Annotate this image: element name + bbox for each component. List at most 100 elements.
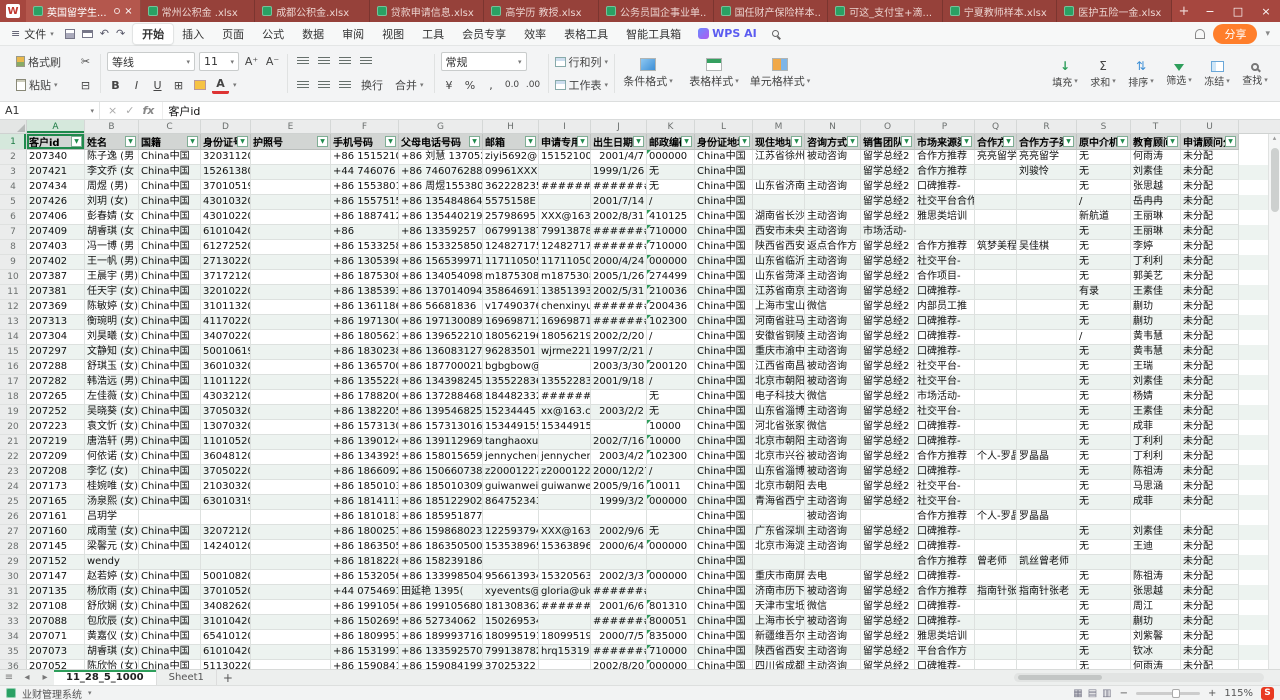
- cell-Q4[interactable]: [975, 180, 1017, 195]
- filter-button[interactable]: ▼: [739, 136, 750, 147]
- cell-O19[interactable]: 留学总经2: [861, 405, 915, 420]
- paste-button[interactable]: 粘贴 ▾: [12, 76, 65, 94]
- cell-M22[interactable]: 北京市兴谷: [753, 450, 805, 465]
- cell-O32[interactable]: 留学总经2: [861, 600, 915, 615]
- cell-L32[interactable]: China中国: [695, 600, 753, 615]
- cell-C33[interactable]: China中国: [139, 615, 201, 630]
- cell-G18[interactable]: +86 1372884680: [399, 390, 483, 405]
- cell-C31[interactable]: China中国: [139, 585, 201, 600]
- cell-O36[interactable]: 留学总经2: [861, 660, 915, 669]
- cell-S3[interactable]: 无: [1077, 165, 1131, 180]
- cell-F26[interactable]: +86 18101832: [331, 510, 399, 525]
- cell-K20[interactable]: 10000: [647, 420, 695, 435]
- cell-N21[interactable]: 主动咨询: [805, 435, 861, 450]
- cell-B3[interactable]: 李文乔 (女: [85, 165, 139, 180]
- cell-F1[interactable]: 手机号码▼: [331, 134, 399, 150]
- cell-P25[interactable]: 社交平台-: [915, 495, 975, 510]
- cell-Q26[interactable]: 个人-罗晶: [975, 510, 1017, 525]
- cell-C7[interactable]: China中国: [139, 225, 201, 240]
- cell-J36[interactable]: 2002/8/20: [591, 660, 647, 669]
- cell-K9[interactable]: 000000: [647, 255, 695, 270]
- cell-L30[interactable]: China中国: [695, 570, 753, 585]
- cell-I24[interactable]: guiwanwei(: [539, 480, 591, 495]
- cell-N19[interactable]: 主动咨询: [805, 405, 861, 420]
- cell-L18[interactable]: China中国: [695, 390, 753, 405]
- cell-N18[interactable]: 微信: [805, 390, 861, 405]
- cell-J8[interactable]: #######: [591, 240, 647, 255]
- cell-Q14[interactable]: [975, 330, 1017, 345]
- cell-R29[interactable]: 凯丝曾老师: [1017, 555, 1077, 570]
- column-header-A[interactable]: A: [27, 120, 85, 133]
- column-header-B[interactable]: B: [85, 120, 139, 133]
- cell-U19[interactable]: 未分配: [1181, 405, 1239, 420]
- cell-E20[interactable]: [251, 420, 331, 435]
- fill-button[interactable]: ↓填充▾: [1046, 49, 1084, 98]
- cell-E28[interactable]: [251, 540, 331, 555]
- cell-U25[interactable]: 未分配: [1181, 495, 1239, 510]
- cell-D28[interactable]: 142401200006041426: [201, 540, 251, 555]
- cell-N12[interactable]: 微信: [805, 300, 861, 315]
- cell-D25[interactable]: 630103199903020823: [201, 495, 251, 510]
- cell-R24[interactable]: [1017, 480, 1077, 495]
- cell-N10[interactable]: 主动咨询: [805, 270, 861, 285]
- cell-M17[interactable]: 北京市朝阳: [753, 375, 805, 390]
- cell-G3[interactable]: +86 7460762888 1084: [399, 165, 483, 180]
- cell-M13[interactable]: 河南省驻马: [753, 315, 805, 330]
- cell-M5[interactable]: [753, 195, 805, 210]
- cell-T20[interactable]: 成菲: [1131, 420, 1181, 435]
- cell-P26[interactable]: 合作方推荐: [915, 510, 975, 525]
- cell-N11[interactable]: 主动咨询: [805, 285, 861, 300]
- cell-Q35[interactable]: [975, 645, 1017, 660]
- cell-T11[interactable]: 王素佳: [1131, 285, 1181, 300]
- ribbon-style-button[interactable]: 条件格式▾: [615, 49, 681, 98]
- cell-P15[interactable]: 口碑推荐-: [915, 345, 975, 360]
- cell-F8[interactable]: +86 15332585: [331, 240, 399, 255]
- cell-P4[interactable]: 口碑推荐-: [915, 180, 975, 195]
- cell-S16[interactable]: 无: [1077, 360, 1131, 375]
- input-method-badge[interactable]: S: [1261, 687, 1274, 700]
- cell-I23[interactable]: z20001227(: [539, 465, 591, 480]
- cell-E33[interactable]: [251, 615, 331, 630]
- cell-A34[interactable]: 207071: [27, 630, 85, 645]
- cell-L19[interactable]: China中国: [695, 405, 753, 420]
- cell-Q18[interactable]: [975, 390, 1017, 405]
- cell-O24[interactable]: 留学总经2: [861, 480, 915, 495]
- italic-button[interactable]: I: [128, 77, 145, 94]
- cell-C4[interactable]: China中国: [139, 180, 201, 195]
- column-header-S[interactable]: S: [1077, 120, 1131, 133]
- column-header-L[interactable]: L: [695, 120, 753, 133]
- cell-K30[interactable]: 000000: [647, 570, 695, 585]
- menu-tab-数据[interactable]: 数据: [293, 24, 333, 44]
- cell-I12[interactable]: chenxinyur: [539, 300, 591, 315]
- normal-view-icon[interactable]: ▦: [1073, 688, 1082, 699]
- cell-E31[interactable]: [251, 585, 331, 600]
- cell-O31[interactable]: 留学总经2: [861, 585, 915, 600]
- cell-S30[interactable]: 无: [1077, 570, 1131, 585]
- cell-N31[interactable]: 被动咨询: [805, 585, 861, 600]
- cell-G7[interactable]: +86 13359257: [399, 225, 483, 240]
- cell-B30[interactable]: 赵若婷 (女): [85, 570, 139, 585]
- cell-H14[interactable]: 180562196: [483, 330, 539, 345]
- cell-R11[interactable]: [1017, 285, 1077, 300]
- decrease-decimal-button[interactable]: .00: [525, 77, 542, 94]
- cell-P35[interactable]: 平台合作方: [915, 645, 975, 660]
- cell-O26[interactable]: [861, 510, 915, 525]
- cell-U1[interactable]: 申请顾问分▼: [1181, 134, 1239, 150]
- vertical-scroll-thumb[interactable]: [1271, 148, 1279, 212]
- cell-S6[interactable]: 新航道: [1077, 210, 1131, 225]
- cell-T10[interactable]: 郭美艺: [1131, 270, 1181, 285]
- cell-Q21[interactable]: [975, 435, 1017, 450]
- cell-S33[interactable]: 无: [1077, 615, 1131, 630]
- cell-N32[interactable]: 微信: [805, 600, 861, 615]
- cell-E2[interactable]: [251, 150, 331, 165]
- filter-button[interactable]: ▼: [469, 136, 480, 147]
- cell-C14[interactable]: China中国: [139, 330, 201, 345]
- cell-K6[interactable]: 410125: [647, 210, 695, 225]
- file-tab[interactable]: 贷款申请信息.xlsx: [370, 0, 485, 22]
- cell-M26[interactable]: [753, 510, 805, 525]
- cell-D36[interactable]: 511302200208200: [201, 660, 251, 669]
- cell-H4[interactable]: 362228235gloria@uk: [483, 180, 539, 195]
- cell-K19[interactable]: 无: [647, 405, 695, 420]
- cell-P3[interactable]: 合作方推荐: [915, 165, 975, 180]
- cell-R25[interactable]: [1017, 495, 1077, 510]
